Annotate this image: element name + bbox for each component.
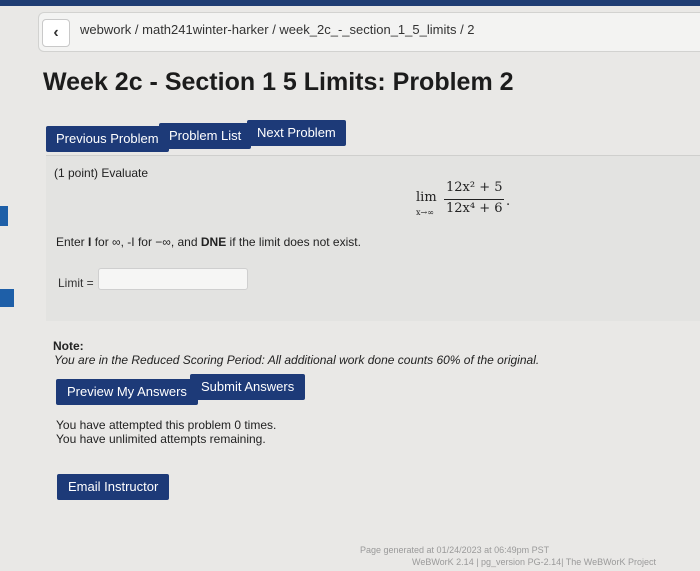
side-tab-marker: [0, 289, 14, 307]
note-text: You are in the Reduced Scoring Period: A…: [54, 353, 540, 367]
fraction-bar: [444, 199, 504, 200]
limit-subscript: x→∞: [416, 208, 434, 217]
problem-list-button[interactable]: Problem List: [159, 123, 252, 149]
side-tab-marker: [0, 206, 8, 226]
answer-input[interactable]: [98, 268, 248, 290]
denominator: 12x⁴ + 6: [446, 201, 503, 216]
chevron-left-icon: ‹: [53, 24, 59, 41]
expression-period: .: [506, 194, 511, 209]
page-title: Week 2c - Section 1 5 Limits: Problem 2: [43, 68, 514, 96]
submit-answers-button[interactable]: Submit Answers: [190, 374, 306, 400]
instruction-text: Enter I for ∞, -I for −∞, and DNE if the…: [56, 235, 361, 249]
numerator: 12x² + 5: [446, 180, 503, 195]
attempt-count: You have attempted this problem 0 times.: [56, 418, 277, 432]
note-title: Note:: [53, 339, 84, 353]
preview-answers-button[interactable]: Preview My Answers: [56, 379, 198, 405]
previous-problem-button[interactable]: Previous Problem: [46, 126, 169, 152]
answer-label: Limit =: [58, 276, 94, 290]
back-button[interactable]: ‹: [42, 19, 70, 47]
email-instructor-button[interactable]: Email Instructor: [57, 474, 170, 500]
footer-generated: Page generated at 01/24/2023 at 06:49pm …: [360, 545, 550, 555]
problem-points: (1 point) Evaluate: [54, 166, 149, 180]
footer-version: WeBWorK 2.14 | pg_version PG-2.14| The W…: [412, 557, 656, 567]
attempts-remaining: You have unlimited attempts remaining.: [56, 432, 266, 446]
limit-word: lim: [416, 190, 437, 205]
next-problem-button[interactable]: Next Problem: [247, 120, 346, 146]
breadcrumb[interactable]: webwork / math241winter-harker / week_2c…: [80, 22, 475, 37]
top-header-strip: [0, 0, 700, 6]
